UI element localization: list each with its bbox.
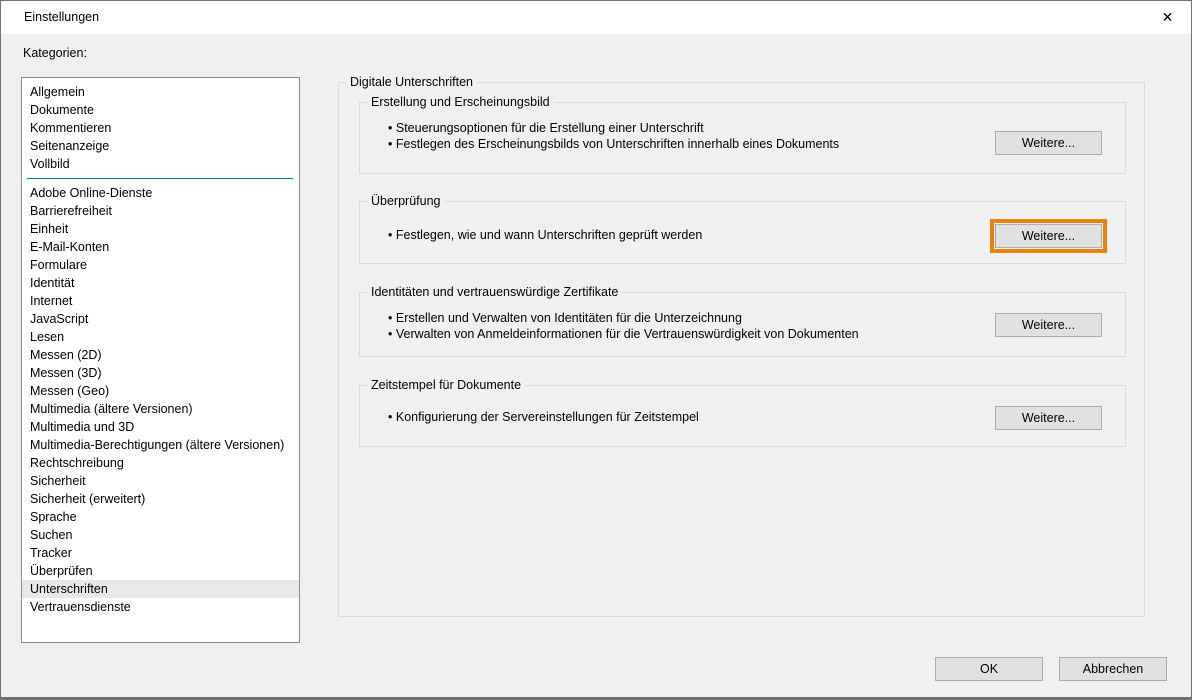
category-item[interactable]: Messen (Geo) — [22, 382, 299, 400]
categories-label: Kategorien: — [23, 46, 87, 60]
category-item[interactable]: Barrierefreiheit — [22, 202, 299, 220]
category-list-group-bottom: Adobe Online-DiensteBarrierefreiheitEinh… — [22, 184, 299, 616]
section-title: Zeitstempel für Dokumente — [367, 378, 525, 392]
section-title: Identitäten und vertrauenswürdige Zertif… — [367, 285, 622, 299]
cancel-button[interactable]: Abbrechen — [1059, 657, 1167, 681]
bullet-item: Festlegen des Erscheinungsbilds von Unte… — [388, 136, 839, 152]
bullet-item: Festlegen, wie und wann Unterschriften g… — [388, 227, 702, 243]
category-item[interactable]: Lesen — [22, 328, 299, 346]
category-item[interactable]: JavaScript — [22, 310, 299, 328]
category-item[interactable]: Rechtschreibung — [22, 454, 299, 472]
weitere-button-erstellung[interactable]: Weitere... — [995, 131, 1102, 155]
category-item[interactable]: Multimedia (ältere Versionen) — [22, 400, 299, 418]
category-item[interactable]: Dokumente — [22, 101, 299, 119]
category-item[interactable]: Tracker — [22, 544, 299, 562]
digital-signatures-groupbox: Digitale Unterschriften Erstellung und E… — [338, 82, 1145, 617]
section-title: Überprüfung — [367, 194, 445, 208]
category-item[interactable]: Sicherheit — [22, 472, 299, 490]
category-item[interactable]: Kommentieren — [22, 119, 299, 137]
category-item[interactable]: Allgemein — [22, 83, 299, 101]
category-item[interactable]: Vertrauensdienste — [22, 598, 299, 616]
bullet-item: Erstellen und Verwalten von Identitäten … — [388, 310, 859, 326]
dialog-title: Einstellungen — [24, 10, 99, 24]
section-ueberpruefung: Überprüfung Festlegen, wie und wann Unte… — [359, 201, 1126, 264]
category-item[interactable]: Internet — [22, 292, 299, 310]
ok-button[interactable]: OK — [935, 657, 1043, 681]
category-item[interactable]: Multimedia und 3D — [22, 418, 299, 436]
section-title: Erstellung und Erscheinungsbild — [367, 95, 554, 109]
title-bar[interactable]: Einstellungen ✕ — [1, 1, 1191, 34]
category-item[interactable]: Messen (3D) — [22, 364, 299, 382]
category-list-group-top: AllgemeinDokumenteKommentierenSeitenanze… — [22, 83, 299, 173]
bullet-item: Steuerungsoptionen für die Erstellung ei… — [388, 120, 839, 136]
digital-signatures-title: Digitale Unterschriften — [346, 75, 477, 89]
section-identitaeten-und-zertifikate: Identitäten und vertrauenswürdige Zertif… — [359, 292, 1126, 357]
category-item[interactable]: Unterschriften — [22, 580, 299, 598]
bullet-item: Verwalten von Anmeldeinformationen für d… — [388, 326, 859, 342]
category-item[interactable]: Überprüfen — [22, 562, 299, 580]
category-item[interactable]: Sicherheit (erweitert) — [22, 490, 299, 508]
category-listbox[interactable]: AllgemeinDokumenteKommentierenSeitenanze… — [21, 77, 300, 643]
category-item[interactable]: E-Mail-Konten — [22, 238, 299, 256]
section-bullets: Festlegen, wie und wann Unterschriften g… — [388, 227, 702, 243]
category-item[interactable]: Identität — [22, 274, 299, 292]
section-erstellung-und-erscheinungsbild: Erstellung und Erscheinungsbild Steuerun… — [359, 102, 1126, 174]
weitere-button-zeitstempel[interactable]: Weitere... — [995, 406, 1102, 430]
section-bullets: Konfigurierung der Servereinstellungen f… — [388, 409, 699, 425]
section-bullets: Steuerungsoptionen für die Erstellung ei… — [388, 120, 839, 152]
category-item[interactable]: Vollbild — [22, 155, 299, 173]
category-item[interactable]: Einheit — [22, 220, 299, 238]
weitere-button-identitaeten[interactable]: Weitere... — [995, 313, 1102, 337]
category-item[interactable]: Formulare — [22, 256, 299, 274]
category-item[interactable]: Sprache — [22, 508, 299, 526]
bullet-item: Konfigurierung der Servereinstellungen f… — [388, 409, 699, 425]
section-zeitstempel: Zeitstempel für Dokumente Konfigurierung… — [359, 385, 1126, 447]
category-item[interactable]: Multimedia-Berechtigungen (ältere Versio… — [22, 436, 299, 454]
category-item[interactable]: Adobe Online-Dienste — [22, 184, 299, 202]
category-item[interactable]: Suchen — [22, 526, 299, 544]
section-bullets: Erstellen und Verwalten von Identitäten … — [388, 310, 859, 342]
category-item[interactable]: Messen (2D) — [22, 346, 299, 364]
weitere-button-ueberpruefung[interactable]: Weitere... — [995, 224, 1102, 248]
category-list-divider — [27, 178, 293, 179]
category-item[interactable]: Seitenanzeige — [22, 137, 299, 155]
close-icon[interactable]: ✕ — [1144, 1, 1191, 34]
preferences-dialog: Einstellungen ✕ Kategorien: AllgemeinDok… — [0, 0, 1192, 700]
